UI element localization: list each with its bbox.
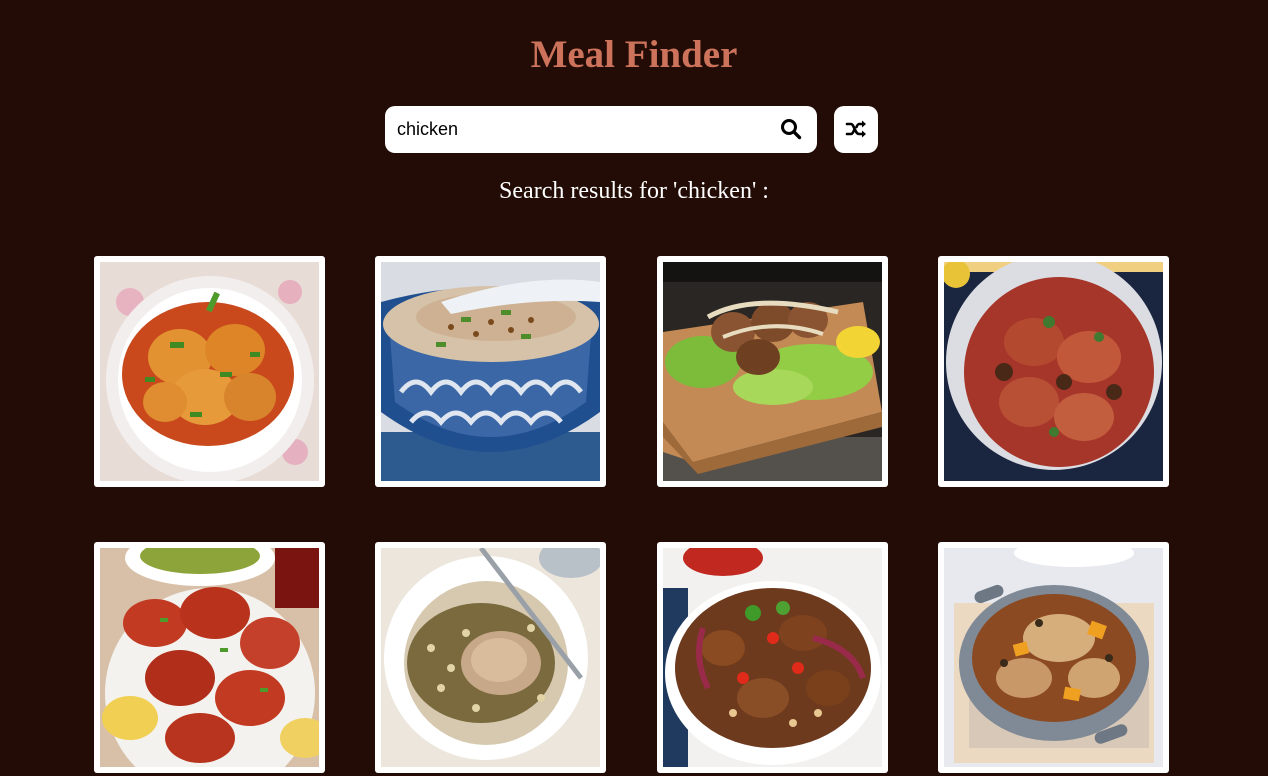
meal-card[interactable] <box>94 542 325 773</box>
search-input[interactable] <box>397 106 757 153</box>
meal-image-chicken-skewers <box>663 262 882 481</box>
meal-card[interactable] <box>938 542 1169 773</box>
results-heading: Search results for 'chicken' : <box>499 178 769 204</box>
meal-image-chicken-grains <box>381 548 600 767</box>
meal-image-chicken-stew-pan <box>944 548 1163 767</box>
meal-image-chicken-stirfry <box>663 548 882 767</box>
meal-card[interactable] <box>375 256 606 487</box>
search-icon <box>781 119 802 140</box>
meal-image-tandoori-chicken <box>100 548 319 767</box>
meal-card[interactable] <box>657 542 888 773</box>
page-title: Meal Finder <box>530 33 738 76</box>
shuffle-icon <box>845 120 866 138</box>
meal-image-chicken-casserole <box>944 262 1163 481</box>
meal-card[interactable] <box>657 256 888 487</box>
search-button[interactable] <box>779 117 803 141</box>
meal-card[interactable] <box>938 256 1169 487</box>
random-meal-button[interactable] <box>834 106 878 153</box>
meal-card[interactable] <box>94 256 325 487</box>
meal-card[interactable] <box>375 542 606 773</box>
meal-image-chicken-curry <box>100 262 319 481</box>
meal-image-rice-congee <box>381 262 600 481</box>
search-form <box>385 106 817 153</box>
